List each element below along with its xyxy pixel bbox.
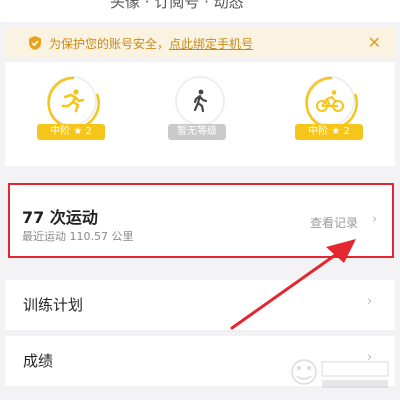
progress-arc	[305, 76, 358, 130]
sport-record-card[interactable]: 77 次运动 最近运动 110.57 公里 查看记录 ›	[8, 183, 394, 258]
chevron-right-icon: ›	[372, 212, 378, 227]
running-badge[interactable]: 中阶 ★ 2	[37, 76, 107, 156]
divider	[5, 331, 395, 332]
cycling-badge[interactable]: 中阶 ★ 2	[295, 76, 365, 156]
badge-level-label: 暂无等级	[168, 124, 226, 140]
notice-text: 为保护您的账号安全，	[49, 36, 170, 51]
sport-count: 77 次运动	[22, 204, 98, 228]
shield-icon	[29, 36, 41, 50]
list-item-label: 成绩	[23, 352, 54, 370]
top-partial-text: 头像 · 订阅号 · 动态	[110, 0, 244, 11]
badge-level-label: 中阶 ★ 2	[37, 124, 105, 140]
top-partial-bar: 头像 · 订阅号 · 动态	[0, 0, 400, 22]
badge-ring	[47, 76, 100, 130]
watermark-logo	[291, 359, 389, 388]
list-item-training-plan[interactable]: 训练计划 ›	[5, 280, 395, 330]
recent-sport-unit: 公里	[111, 230, 134, 243]
recent-sport-value: 110.57	[69, 230, 109, 243]
view-records-link[interactable]: 查看记录	[310, 214, 358, 231]
walking-icon	[193, 89, 208, 113]
chevron-right-icon: ›	[367, 294, 373, 309]
badge-ring	[175, 76, 225, 126]
close-icon[interactable]: ✕	[368, 34, 381, 52]
progress-arc	[47, 76, 100, 130]
profile-page: 头像 · 订阅号 · 动态 为保护您的账号安全， 点此绑定手机号 ✕ 中阶 ★ …	[0, 0, 400, 400]
list-item-label: 训练计划	[23, 296, 84, 314]
sport-count-value: 77	[22, 208, 45, 227]
bind-phone-notice[interactable]: 为保护您的账号安全， 点此绑定手机号 ✕	[5, 28, 395, 58]
walking-badge[interactable]: 暂无等级	[165, 76, 235, 156]
badge-ring	[305, 76, 358, 130]
badge-level-label: 中阶 ★ 2	[295, 124, 363, 140]
recent-sport: 最近运动 110.57 公里	[22, 228, 134, 244]
sport-level-badges: 中阶 ★ 2 暂无等级 中阶 ★ 2	[5, 62, 395, 166]
bind-phone-link[interactable]: 点此绑定手机号	[169, 35, 253, 52]
sport-count-unit: 次运动	[49, 208, 98, 227]
recent-sport-label: 最近运动	[22, 230, 66, 243]
